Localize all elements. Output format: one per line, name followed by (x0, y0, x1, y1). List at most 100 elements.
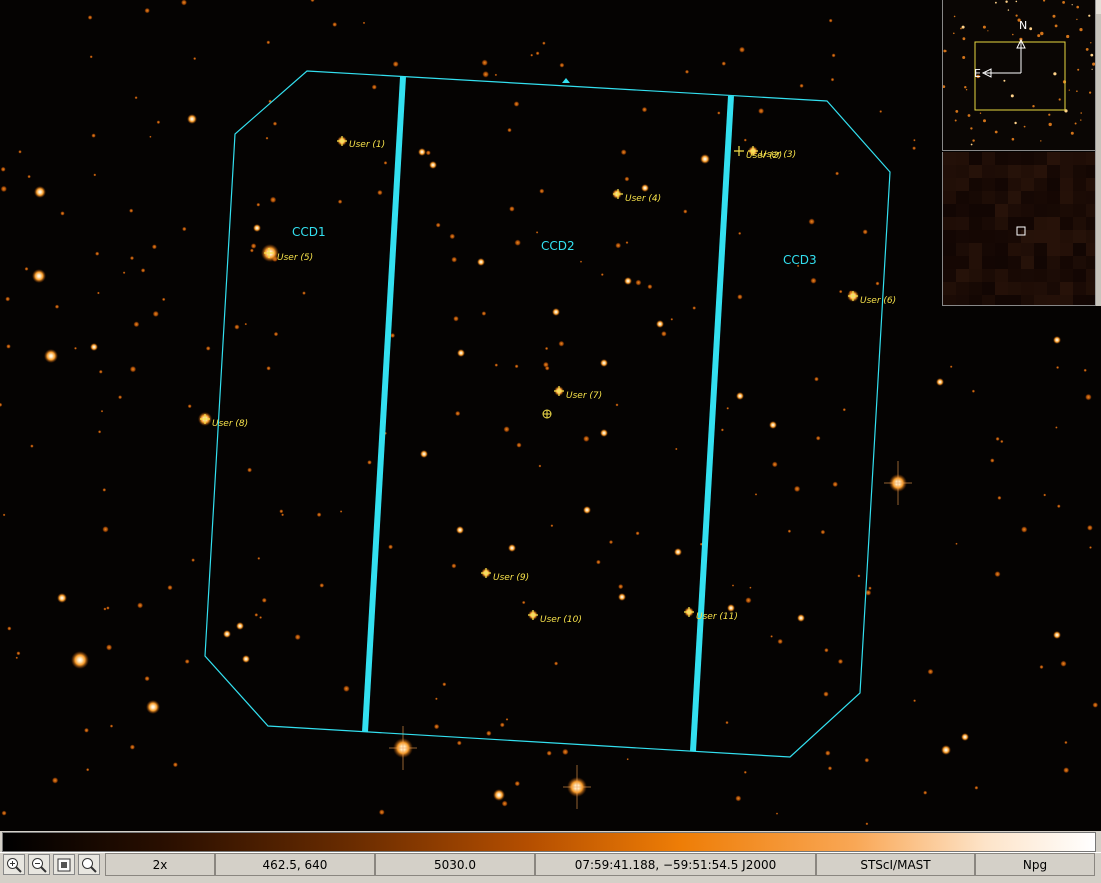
star (339, 510, 343, 513)
star (674, 548, 682, 556)
star (513, 101, 520, 107)
star (272, 121, 278, 126)
colormap-bar[interactable] (2, 832, 1096, 852)
star (1092, 702, 1099, 708)
side-scrollbar[interactable] (1095, 0, 1101, 306)
star (223, 630, 231, 638)
aperture-center-marker[interactable] (542, 409, 552, 419)
star (7, 626, 12, 631)
star (140, 268, 146, 273)
star (182, 226, 187, 232)
star (455, 410, 461, 417)
star (87, 15, 93, 20)
status-bar: 2x 462.5, 640 5030.0 07:59:41.188, −59:5… (0, 852, 1101, 879)
star (726, 406, 730, 410)
star (319, 583, 325, 588)
star (738, 46, 746, 53)
star (961, 733, 969, 741)
star (624, 277, 632, 285)
star (451, 563, 457, 569)
star (90, 343, 98, 351)
star (30, 444, 34, 448)
star (371, 84, 377, 90)
star (737, 294, 743, 300)
zoom-out-button[interactable] (28, 854, 50, 875)
star (542, 41, 546, 45)
star (1083, 368, 1087, 372)
star (378, 809, 385, 816)
star (618, 583, 624, 590)
star (167, 584, 173, 591)
star (514, 239, 521, 246)
star (927, 668, 934, 675)
star (184, 659, 190, 664)
star (777, 638, 783, 645)
star (388, 544, 394, 550)
star (864, 757, 870, 763)
star (820, 529, 826, 535)
star (797, 614, 805, 622)
sky-image[interactable]: CCD1 CCD2 CCD3 User (1) User (2) User (3… (0, 0, 1101, 831)
image-source: STScI/MAST (816, 853, 975, 876)
star (635, 279, 642, 286)
star (810, 277, 817, 284)
zoom-out-icon (32, 857, 47, 873)
star (842, 408, 846, 412)
star (103, 607, 107, 611)
star (93, 173, 97, 177)
star (838, 289, 843, 294)
compass: N E (974, 19, 1027, 80)
star (514, 364, 519, 369)
star (635, 531, 640, 536)
star (266, 366, 271, 371)
ccd1-label: CCD1 (292, 225, 326, 239)
ccd3-label: CCD3 (783, 253, 817, 267)
star (516, 442, 522, 448)
scroll-up-arrow[interactable] (1096, 0, 1101, 14)
star (105, 644, 113, 651)
star (913, 699, 917, 703)
star (180, 0, 188, 6)
svg-text:User (9): User (9) (493, 573, 529, 583)
star (89, 55, 93, 59)
star (971, 389, 976, 393)
zoom-actual-icon (82, 857, 97, 873)
star (514, 780, 521, 787)
star (54, 304, 60, 309)
star (857, 574, 861, 578)
svg-text:User (8): User (8) (212, 419, 248, 429)
star (266, 40, 271, 45)
star (731, 584, 735, 587)
zoom-in-button[interactable] (3, 854, 25, 875)
star (302, 291, 306, 295)
star (995, 436, 1000, 441)
star (912, 146, 917, 151)
star (923, 790, 928, 795)
star (837, 658, 844, 665)
star (60, 211, 65, 216)
image-display-canvas[interactable]: CCD1 CCD2 CCD3 User (1) User (2) User (3… (0, 0, 1101, 831)
svg-text:User (3): User (3) (760, 150, 796, 160)
star (508, 544, 516, 552)
star (562, 748, 569, 756)
star (433, 723, 440, 730)
zoom-fit-icon (57, 858, 71, 871)
star (641, 106, 648, 113)
star (583, 435, 590, 443)
star (1086, 524, 1093, 531)
star (675, 447, 678, 451)
star (535, 51, 540, 56)
star (149, 135, 152, 138)
star (332, 22, 338, 27)
star (583, 506, 591, 514)
star (234, 324, 240, 330)
star (775, 812, 779, 815)
zoom-fit-button[interactable] (53, 854, 75, 875)
svg-text:User (4): User (4) (625, 194, 661, 204)
star (717, 111, 721, 115)
star (269, 196, 277, 204)
display-mode: Npg (975, 853, 1095, 876)
star (172, 762, 178, 768)
pan-window[interactable]: N E (942, 0, 1096, 151)
zoom-actual-button[interactable] (78, 854, 100, 875)
